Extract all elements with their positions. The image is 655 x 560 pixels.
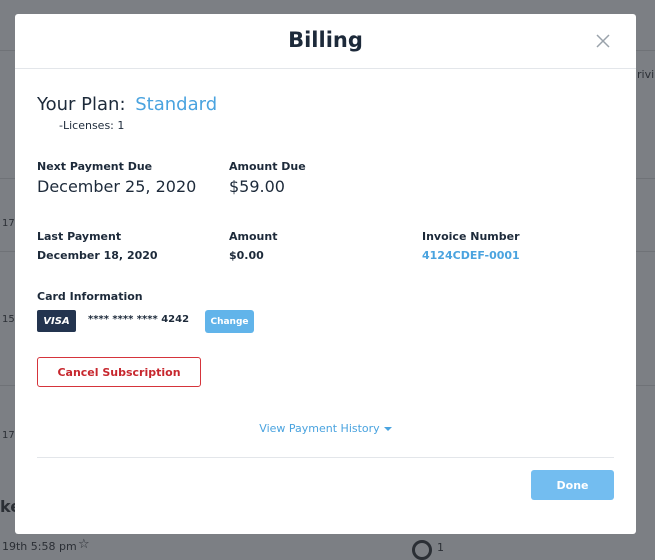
last-payment-value: December 18, 2020 <box>37 249 158 262</box>
billing-modal: Billing Your Plan: Standard -Licenses: 1… <box>15 14 636 534</box>
bg-text: 17 <box>2 430 15 441</box>
bg-text: rivi <box>637 68 655 81</box>
plan-row: Your Plan: Standard <box>37 94 217 115</box>
star-icon: ☆ <box>78 537 90 552</box>
next-payment-label: Next Payment Due <box>37 160 153 173</box>
bg-text: 15 <box>2 314 15 325</box>
bg-count: 1 <box>437 541 444 554</box>
bg-text: 17 <box>2 218 15 229</box>
plan-label: Your Plan: <box>37 94 126 115</box>
visa-icon: VISA <box>37 310 76 332</box>
amount-label: Amount <box>229 230 278 243</box>
close-icon <box>596 34 610 48</box>
done-button[interactable]: Done <box>531 470 614 500</box>
bg-timestamp: 19th 5:58 pm <box>2 540 77 553</box>
last-payment-label: Last Payment <box>37 230 122 243</box>
target-icon <box>412 540 432 560</box>
next-payment-value: December 25, 2020 <box>37 177 197 196</box>
licenses-count: -Licenses: 1 <box>59 119 125 132</box>
card-info-label: Card Information <box>37 290 143 303</box>
amount-due-label: Amount Due <box>229 160 306 173</box>
modal-header: Billing <box>15 14 636 69</box>
invoice-link[interactable]: 4124CDEF-0001 <box>422 249 520 262</box>
amount-due-value: $59.00 <box>229 177 285 196</box>
cancel-subscription-button[interactable]: Cancel Subscription <box>37 357 201 387</box>
caret-down-icon <box>383 427 392 431</box>
view-payment-history-link[interactable]: View Payment History <box>15 422 636 435</box>
change-card-button[interactable]: Change <box>205 310 254 333</box>
card-number: **** **** **** 4242 <box>88 314 190 325</box>
close-button[interactable] <box>592 30 614 52</box>
history-label: View Payment History <box>259 422 380 435</box>
invoice-label: Invoice Number <box>422 230 520 243</box>
modal-title: Billing <box>288 28 363 52</box>
amount-value: $0.00 <box>229 249 264 262</box>
plan-name: Standard <box>135 94 218 115</box>
footer-divider <box>37 457 614 458</box>
